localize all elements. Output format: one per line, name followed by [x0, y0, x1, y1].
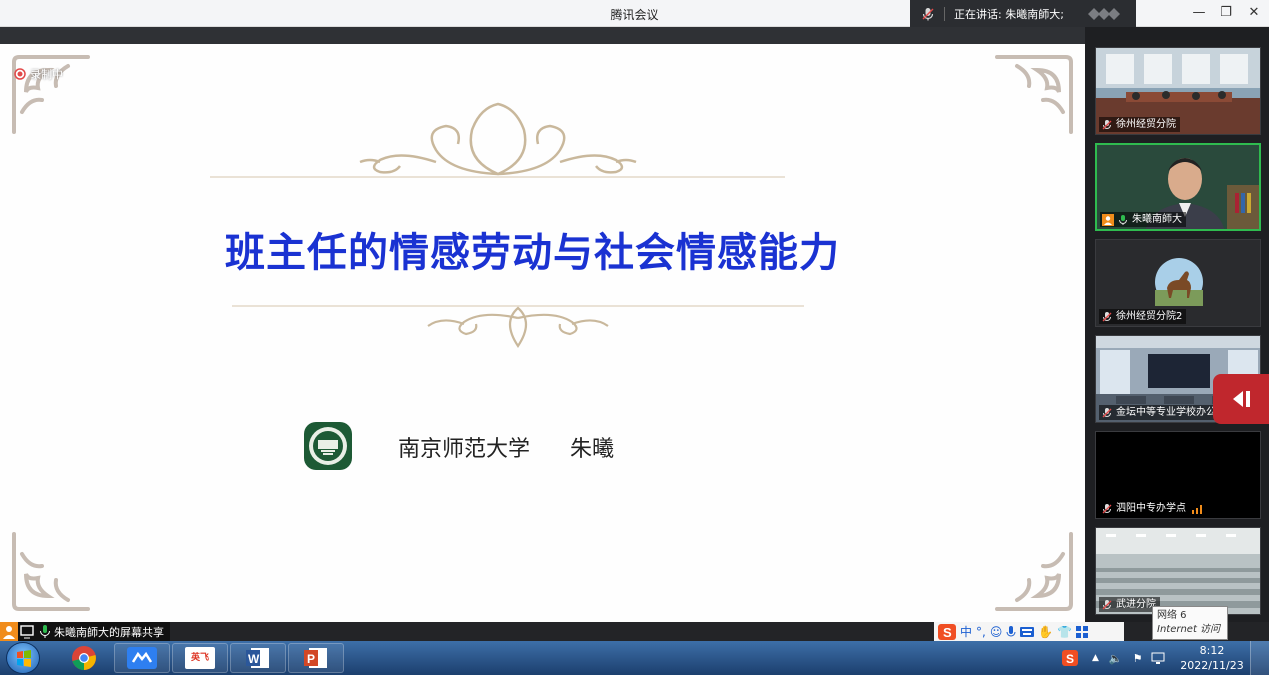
microphone-icon [922, 7, 934, 20]
corner-ornament-icon [995, 532, 1073, 611]
shared-slide: 录制中 班主任的情感劳动与社会情感能力 南京师范大学 朱曦 [0, 44, 1085, 622]
windows-taskbar: 英飞 W P S ▲ 🔈 ⚑ 8:12 2022/11/23 [0, 641, 1269, 675]
participant-name: 朱曦南師大 [1132, 214, 1182, 225]
word-icon: W [246, 648, 269, 668]
ime-mode[interactable]: 中 [960, 623, 972, 640]
svg-text:S: S [1066, 652, 1074, 666]
participant-name: 武进分院 [1116, 599, 1156, 610]
participant-label: 徐州经贸分院2 [1099, 309, 1187, 324]
start-button[interactable] [6, 642, 40, 674]
participant-tile[interactable]: 武进分院 [1095, 527, 1261, 615]
participant-tile[interactable]: 徐州经贸分院2 [1095, 239, 1261, 327]
corner-ornament-icon [12, 55, 90, 134]
microphone-muted-icon [1102, 599, 1112, 609]
participant-name: 徐州经贸分院 [1116, 119, 1176, 130]
participant-name: 金坛中等专业学校办公 [1116, 407, 1216, 418]
tencent-meeting-logo-icon [1087, 7, 1120, 20]
microphone-muted-icon [1102, 119, 1112, 129]
hand-icon[interactable]: ✋ [1038, 625, 1053, 639]
participant-label: 朱曦南師大 [1100, 212, 1186, 227]
institution-name: 南京师范大学 [398, 437, 531, 462]
participant-panel[interactable]: 徐州经贸分院 朱曦南師大 徐州经贸分院2 金坛中等专业学校办公 泗阳中专办学点 … [1085, 27, 1269, 622]
screen-share-status[interactable]: 朱曦南師大的屏幕共享 [0, 622, 170, 641]
corner-ornament-icon [12, 532, 90, 611]
ime-toolbar[interactable]: S 中 °, ☺ ✋ 👕 [934, 622, 1124, 641]
participant-tile[interactable]: 泗阳中专办学点 [1095, 431, 1261, 519]
windows-logo-icon [17, 650, 31, 667]
action-center-flag-icon[interactable]: ⚑ [1133, 652, 1143, 665]
minimize-button[interactable]: — [1188, 4, 1210, 22]
keyboard-icon[interactable] [1020, 626, 1035, 637]
close-button[interactable]: ✕ [1243, 4, 1265, 22]
recording-badge[interactable]: 录制中 [14, 66, 63, 82]
show-hidden-icons-icon[interactable]: ▲ [1092, 653, 1099, 663]
svg-text:S: S [943, 625, 952, 640]
status-bar: 朱曦南師大的屏幕共享 S 中 °, ☺ ✋ 👕 [0, 622, 1269, 641]
ime-punctuation[interactable]: °, [976, 625, 986, 639]
nanjing-normal-university-seal-icon [304, 422, 352, 470]
tooltip-internet: Internet 访问 [1157, 624, 1221, 635]
bottom-flourish-ornament-icon [232, 305, 804, 348]
speaking-text: 正在讲话: 朱曦南師大; [954, 7, 1064, 21]
sogou-ime-icon[interactable]: S [938, 623, 956, 640]
participant-label: 武进分院 [1099, 597, 1160, 612]
show-desktop-button[interactable] [1250, 641, 1269, 675]
svg-text:P: P [307, 652, 315, 666]
chrome-taskbar-button[interactable] [56, 643, 112, 673]
powerpoint-icon: P [304, 648, 327, 668]
top-flourish-ornament-icon [210, 102, 785, 178]
system-clock[interactable]: 8:12 2022/11/23 [1176, 643, 1248, 673]
author-line: 南京师范大学 朱曦 [398, 431, 614, 463]
voice-input-icon[interactable] [1006, 625, 1016, 639]
screen-share-icon [20, 625, 34, 639]
word-taskbar-button[interactable]: W [230, 643, 286, 673]
corner-ornament-icon [995, 55, 1073, 134]
microphone-muted-icon [1102, 503, 1112, 513]
svg-text:W: W [248, 652, 260, 666]
tencent-meeting-taskbar-button[interactable] [114, 643, 170, 673]
screen-share-text: 朱曦南師大的屏幕共享 [54, 625, 164, 639]
yingfei-icon: 英飞 [185, 647, 215, 669]
participant-tile-active[interactable]: 朱曦南師大 [1095, 143, 1261, 231]
toolbox-icon[interactable] [1076, 625, 1089, 638]
yingfei-taskbar-button[interactable]: 英飞 [172, 643, 228, 673]
tencent-meeting-icon [127, 647, 157, 669]
tooltip-network: 网络 6 [1157, 610, 1187, 621]
microphone-active-icon [1119, 214, 1127, 225]
participant-name: 徐州经贸分院2 [1116, 311, 1183, 322]
participant-label: 泗阳中专办学点 [1099, 501, 1209, 516]
volume-icon[interactable]: 🔈 [1109, 652, 1123, 665]
restore-button[interactable]: ❐ [1215, 4, 1237, 22]
participant-tile[interactable]: 徐州经贸分院 [1095, 47, 1261, 135]
speaking-indicator: 正在讲话: 朱曦南師大; [910, 0, 1136, 27]
author-name: 朱曦 [570, 437, 615, 462]
participant-label: 徐州经贸分院 [1099, 117, 1180, 132]
participant-label: 金坛中等专业学校办公 [1099, 405, 1220, 420]
recording-label: 录制中 [30, 68, 63, 81]
slide-title: 班主任的情感劳动与社会情感能力 [225, 230, 840, 276]
participant-name: 泗阳中专办学点 [1116, 503, 1186, 514]
collapse-panel-button[interactable] [1213, 374, 1269, 424]
title-bar: 腾讯会议 正在讲话: 朱曦南師大; — ❐ ✕ [0, 0, 1269, 27]
emoji-icon[interactable]: ☺ [990, 625, 1003, 639]
microphone-muted-icon [1102, 407, 1112, 417]
skin-icon[interactable]: 👕 [1057, 625, 1072, 639]
signal-strength-icon [1192, 505, 1202, 514]
collapse-arrow-icon [1233, 391, 1250, 407]
microphone-active-icon [40, 625, 50, 638]
host-icon [1102, 213, 1114, 226]
sogou-tray-icon[interactable]: S [1062, 650, 1078, 666]
network-tooltip: 网络 6 Internet 访问 [1152, 606, 1228, 640]
clock-time: 8:12 [1199, 644, 1225, 657]
host-icon [0, 622, 18, 641]
network-icon[interactable] [1151, 652, 1165, 664]
powerpoint-taskbar-button[interactable]: P [288, 643, 344, 673]
clock-date: 2022/11/23 [1180, 659, 1244, 672]
microphone-muted-icon [1102, 311, 1112, 321]
recording-icon [14, 68, 26, 80]
shared-screen-header [0, 27, 1085, 44]
chrome-icon [72, 646, 96, 670]
horse-avatar-icon [1155, 258, 1203, 306]
